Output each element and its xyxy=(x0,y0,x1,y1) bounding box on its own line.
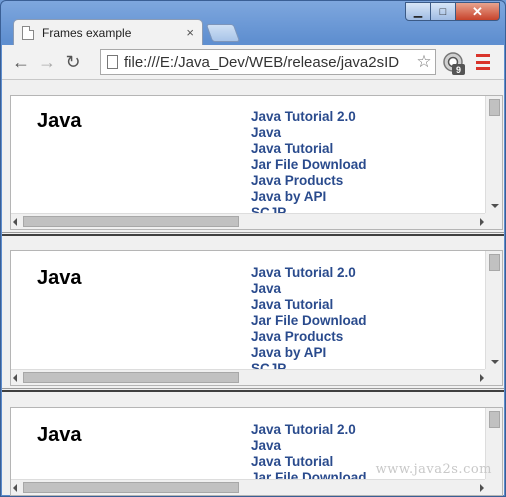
scroll-right-arrow-icon[interactable] xyxy=(480,484,484,492)
link-java-products[interactable]: Java Products xyxy=(251,173,367,189)
scroll-thumb[interactable] xyxy=(489,411,500,428)
scroll-thumb[interactable] xyxy=(23,216,239,227)
address-bar[interactable]: file:///E:/Java_Dev/WEB/release/java2sID… xyxy=(100,49,436,75)
reload-button[interactable]: ↻ xyxy=(60,49,86,75)
tab-title: Frames example xyxy=(42,25,132,40)
tab-close-icon[interactable]: × xyxy=(186,25,194,40)
scroll-corner xyxy=(485,479,502,495)
close-window-button[interactable]: ✕ xyxy=(456,2,500,21)
scroll-thumb[interactable] xyxy=(23,482,239,493)
link-java-by-api[interactable]: Java by API xyxy=(251,189,367,205)
browser-tab[interactable]: Frames example × xyxy=(13,19,203,45)
scroll-left-arrow-icon[interactable] xyxy=(13,218,17,226)
frameset: Java Java Tutorial 2.0 Java Java Tutoria… xyxy=(2,79,504,496)
frame-divider[interactable] xyxy=(2,388,504,392)
frame-heading: Java xyxy=(37,267,82,289)
vertical-scrollbar[interactable] xyxy=(485,251,502,370)
new-tab-button[interactable] xyxy=(205,24,241,42)
window-controls: ▁ □ ✕ xyxy=(405,2,500,21)
link-java-tutorial-2[interactable]: Java Tutorial 2.0 xyxy=(251,422,367,438)
url-text[interactable]: file:///E:/Java_Dev/WEB/release/java2sID xyxy=(124,54,413,71)
back-button[interactable]: ← xyxy=(8,49,34,75)
horizontal-scrollbar[interactable] xyxy=(11,369,487,385)
link-java-tutorial-2[interactable]: Java Tutorial 2.0 xyxy=(251,265,367,281)
browser-window: ▁ □ ✕ Frames example × ← → ↻ file:///E:/… xyxy=(0,0,506,497)
scroll-thumb[interactable] xyxy=(489,99,500,116)
frame-2[interactable]: Java Java Tutorial 2.0 Java Java Tutoria… xyxy=(10,250,503,386)
extension-icon[interactable]: 9 xyxy=(442,51,466,75)
link-java-tutorial-2[interactable]: Java Tutorial 2.0 xyxy=(251,109,367,125)
scroll-corner xyxy=(485,369,502,385)
horizontal-scrollbar[interactable] xyxy=(11,213,487,229)
link-java-tutorial[interactable]: Java Tutorial xyxy=(251,141,367,157)
link-list: Java Tutorial 2.0 Java Java Tutorial Jar… xyxy=(251,422,367,486)
link-java-tutorial[interactable]: Java Tutorial xyxy=(251,454,367,470)
scroll-thumb[interactable] xyxy=(489,254,500,271)
link-jar-file-download[interactable]: Jar File Download xyxy=(251,157,367,173)
extension-badge: 9 xyxy=(456,65,461,75)
scroll-down-arrow-icon[interactable] xyxy=(491,360,499,364)
scroll-corner xyxy=(485,213,502,229)
menu-icon[interactable] xyxy=(476,54,490,70)
page-favicon-icon xyxy=(22,25,34,40)
link-java[interactable]: Java xyxy=(251,125,367,141)
link-list: Java Tutorial 2.0 Java Java Tutorial Jar… xyxy=(251,109,367,221)
scroll-left-arrow-icon[interactable] xyxy=(13,374,17,382)
frame-1[interactable]: Java Java Tutorial 2.0 Java Java Tutoria… xyxy=(10,95,503,230)
link-java-tutorial[interactable]: Java Tutorial xyxy=(251,297,367,313)
scroll-right-arrow-icon[interactable] xyxy=(480,218,484,226)
link-jar-file-download[interactable]: Jar File Download xyxy=(251,313,367,329)
watermark: www.java2s.com xyxy=(375,462,492,477)
scroll-down-arrow-icon[interactable] xyxy=(491,204,499,208)
vertical-scrollbar[interactable] xyxy=(485,96,502,214)
link-java-products[interactable]: Java Products xyxy=(251,329,367,345)
frame-heading: Java xyxy=(37,424,82,446)
horizontal-scrollbar[interactable] xyxy=(11,479,487,495)
scroll-right-arrow-icon[interactable] xyxy=(480,374,484,382)
frame-heading: Java xyxy=(37,110,82,132)
forward-button[interactable]: → xyxy=(34,49,60,75)
toolbar: ← → ↻ file:///E:/Java_Dev/WEB/release/ja… xyxy=(2,45,504,79)
frame-3[interactable]: Java Java Tutorial 2.0 Java Java Tutoria… xyxy=(10,407,503,496)
scroll-left-arrow-icon[interactable] xyxy=(13,484,17,492)
frame-divider[interactable] xyxy=(2,232,504,236)
scroll-thumb[interactable] xyxy=(23,372,239,383)
bookmark-star-icon[interactable]: ☆ xyxy=(413,52,435,72)
maximize-button[interactable]: □ xyxy=(431,2,456,21)
link-java-by-api[interactable]: Java by API xyxy=(251,345,367,361)
link-list: Java Tutorial 2.0 Java Java Tutorial Jar… xyxy=(251,265,367,377)
minimize-button[interactable]: ▁ xyxy=(405,2,431,21)
link-java[interactable]: Java xyxy=(251,281,367,297)
link-java[interactable]: Java xyxy=(251,438,367,454)
page-icon xyxy=(107,55,118,69)
